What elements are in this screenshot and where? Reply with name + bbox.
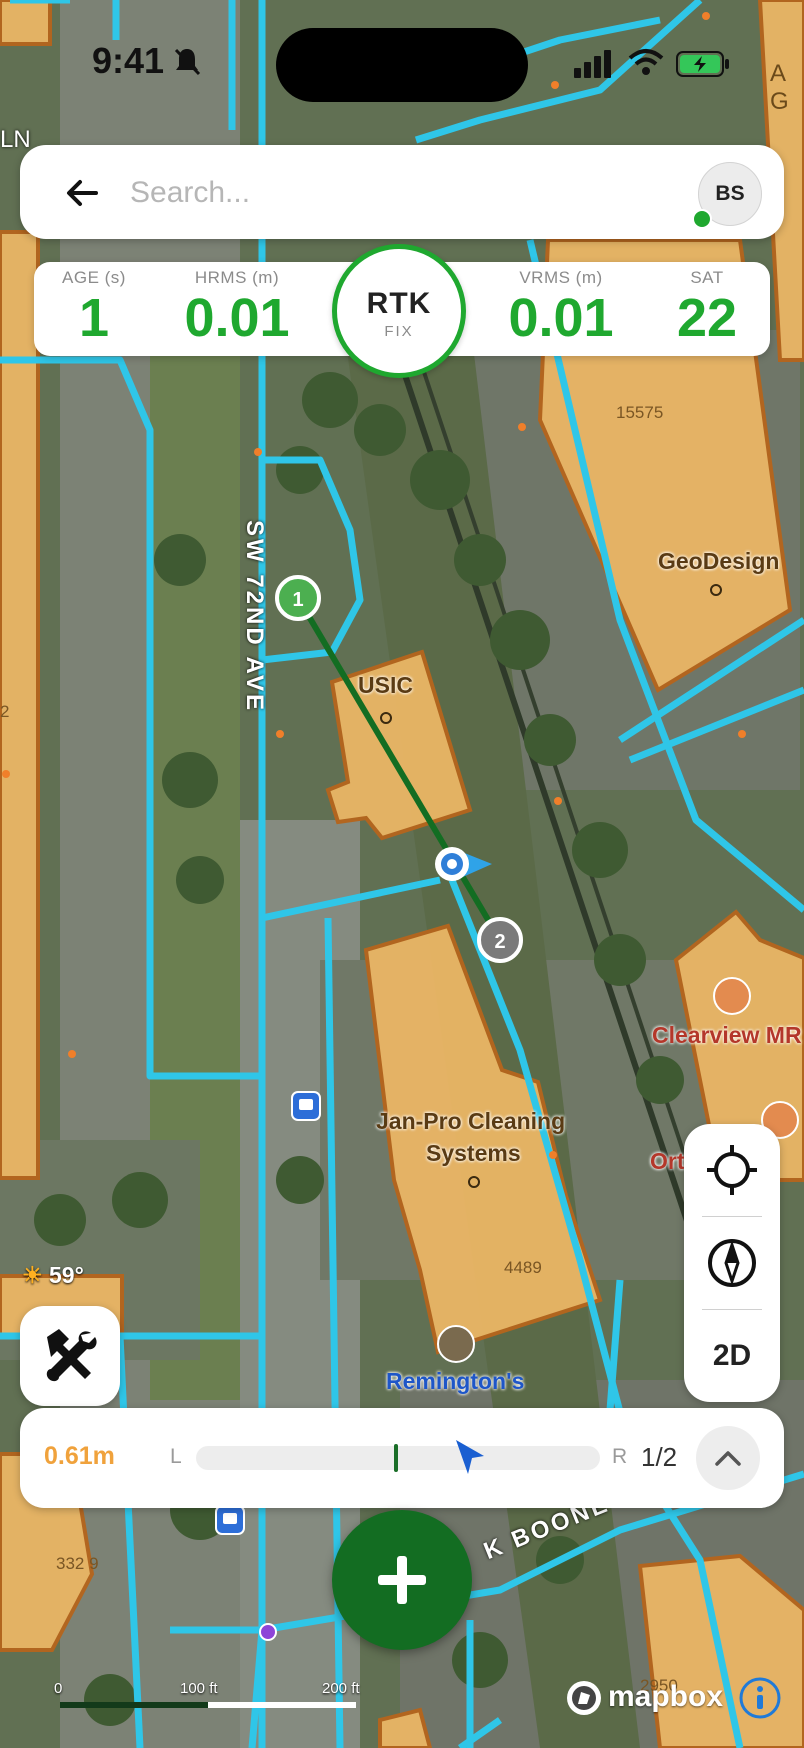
remingtons-label: Remington's — [386, 1368, 525, 1394]
locate-me-button[interactable] — [684, 1124, 780, 1216]
hrms-value: 0.01 — [184, 288, 290, 348]
scale-bar — [60, 1702, 356, 1708]
building-label-ag: A G — [770, 60, 792, 115]
compass-icon — [708, 1239, 756, 1287]
ort-label: Ort — [650, 1148, 685, 1174]
scale-zero: 0 — [54, 1680, 63, 1697]
online-status-dot — [692, 209, 712, 229]
right-label: R — [612, 1445, 628, 1468]
age-value: 1 — [78, 288, 110, 348]
hrms-metric: HRMS (m) 0.01 — [152, 262, 322, 356]
weather-widget: ☀ 59° — [22, 1262, 84, 1289]
chevron-up-icon — [715, 1451, 741, 1466]
point-pager: 1/2 — [641, 1442, 678, 1472]
compass-button[interactable] — [684, 1217, 780, 1309]
avatar-initials: BS — [715, 182, 745, 205]
jan-pro-label-2: Systems — [426, 1140, 521, 1166]
hammer-wrench-icon — [46, 1329, 97, 1382]
age-metric: AGE (s) 1 — [44, 262, 144, 356]
transit-stop-icon — [291, 1091, 321, 1121]
waypoint-2[interactable]: 2 — [477, 917, 523, 963]
offset-track — [196, 1446, 600, 1470]
wifi-icon — [628, 49, 664, 75]
sat-value: 22 — [676, 288, 738, 348]
offset-distance: 0.61m — [44, 1442, 115, 1470]
expand-button[interactable] — [696, 1426, 760, 1490]
target-tick — [394, 1444, 398, 1472]
navigation-arrow-icon — [456, 1440, 484, 1474]
rtk-subtitle: FIX — [384, 323, 414, 340]
mapbox-logo-icon — [567, 1681, 601, 1715]
rtk-fix-indicator[interactable]: RTK FIX — [332, 244, 466, 378]
scale-end: 200 ft — [322, 1680, 360, 1697]
address-label: 15575 — [616, 403, 664, 422]
address-label-2: 4489 — [504, 1258, 542, 1277]
hrms-label: HRMS (m) — [194, 268, 280, 287]
clearview-label: Clearview MR — [652, 1022, 802, 1048]
clothing-poi-icon — [437, 1325, 475, 1363]
mapbox-wordmark: mapbox — [608, 1680, 724, 1713]
signal-icon — [574, 50, 611, 78]
waypoint-2-label: 2 — [494, 931, 505, 953]
age-label: AGE (s) — [62, 268, 126, 287]
street-label: SW 72ND AVE — [241, 520, 268, 714]
usic-label: USIC — [358, 672, 413, 698]
add-point-button[interactable] — [332, 1510, 472, 1650]
transit-stop-icon-2 — [215, 1505, 245, 1535]
road-label-ln: LN — [0, 126, 31, 153]
weather-temp: 59° — [49, 1262, 84, 1288]
left-label: L — [170, 1445, 182, 1468]
info-icon[interactable] — [738, 1676, 782, 1720]
back-arrow-icon[interactable] — [60, 170, 106, 216]
address-label-5: 2 — [0, 702, 10, 721]
plus-icon — [378, 1556, 426, 1604]
offset-navigation-bar: 0.61m L R 1/2 — [20, 1408, 784, 1508]
waypoint-1-label: 1 — [292, 589, 303, 611]
search-input[interactable] — [128, 165, 692, 221]
sat-label: SAT — [690, 268, 724, 287]
crosshair-icon — [707, 1145, 757, 1195]
dynamic-island — [276, 28, 528, 102]
sat-metric: SAT 22 — [654, 262, 760, 356]
tools-button[interactable] — [20, 1306, 120, 1406]
battery-charging-icon — [676, 51, 729, 77]
waypoint-1[interactable]: 1 — [275, 575, 321, 621]
jan-pro-label-1: Jan-Pro Cleaning — [376, 1108, 566, 1134]
bell-muted-icon — [174, 48, 201, 76]
map-controls: 2D — [684, 1124, 780, 1402]
vrms-metric: VRMS (m) 0.01 — [476, 262, 646, 356]
vrms-label: VRMS (m) — [519, 268, 603, 287]
rtk-title: RTK — [366, 287, 432, 320]
geodesign-label: GeoDesign — [658, 548, 780, 574]
status-time: 9:41 — [92, 40, 165, 81]
map-mode-toggle[interactable]: 2D — [684, 1310, 780, 1402]
sun-icon: ☀ — [22, 1262, 43, 1288]
search-bar: BS — [20, 145, 784, 239]
vrms-value: 0.01 — [508, 288, 614, 348]
scale-mid: 100 ft — [180, 1680, 218, 1697]
address-label-3: 332 9 — [56, 1554, 99, 1573]
map-mode-label: 2D — [712, 1339, 752, 1372]
